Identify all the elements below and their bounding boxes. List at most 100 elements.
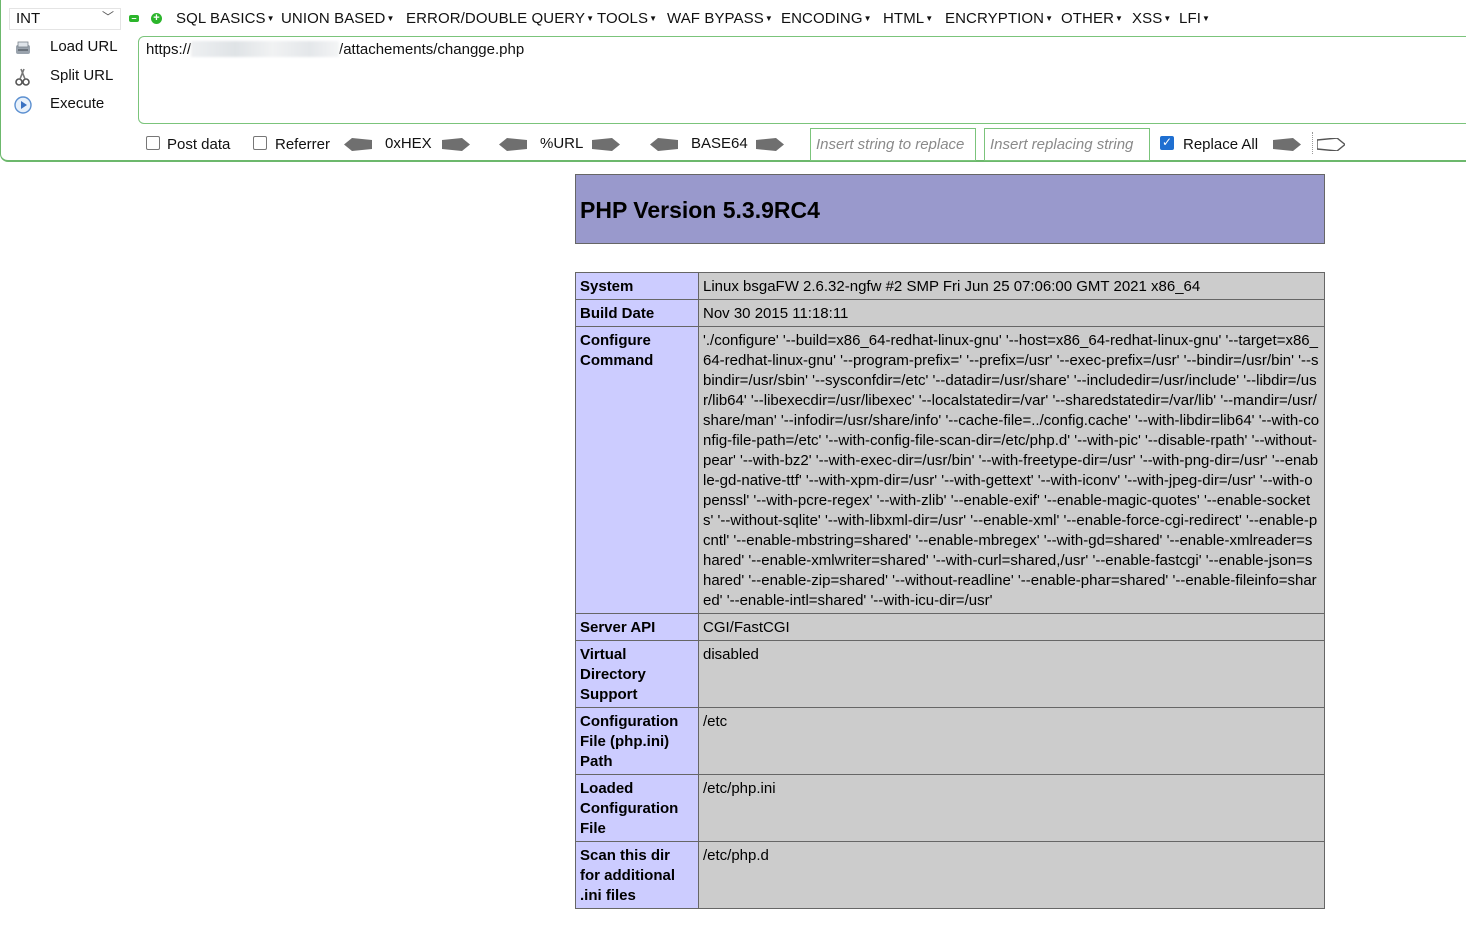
dropdown-arrow-icon: ▼: [266, 14, 275, 23]
replace-string-placeholder: Insert string to replace: [816, 136, 965, 153]
post-data-label: Post data: [167, 136, 231, 153]
row-value: disabled: [698, 640, 1325, 708]
menu-label: ERROR/DOUBLE QUERY: [406, 10, 586, 27]
load-url-label: Load URL: [50, 38, 118, 55]
menu-encoding[interactable]: ENCODING▼: [781, 10, 872, 27]
load-url-button[interactable]: Load URL: [9, 36, 129, 60]
replace-string-input[interactable]: Insert string to replace: [810, 128, 976, 161]
row-value: /etc/php.ini: [698, 774, 1325, 842]
menu-label: TOOLS: [597, 10, 649, 27]
row-value: /etc/php.d: [698, 841, 1325, 909]
menu-html[interactable]: HTML▼: [883, 10, 933, 27]
replace-reverse-arrow-icon[interactable]: [1317, 138, 1345, 151]
menu-label: ENCODING: [781, 10, 863, 27]
replacing-string-input[interactable]: Insert replacing string: [984, 128, 1150, 161]
row-key: System: [575, 272, 699, 300]
dropdown-arrow-icon: ▼: [925, 14, 934, 23]
replace-run-arrow-icon[interactable]: [1273, 138, 1301, 151]
menu-sql-basics[interactable]: SQL BASICS▼: [176, 10, 275, 27]
url-prefix: https://: [146, 41, 192, 58]
menu-error-double-query[interactable]: ERROR/DOUBLE QUERY▼: [406, 10, 594, 27]
menu-label: UNION BASED: [281, 10, 386, 27]
replacing-string-placeholder: Insert replacing string: [990, 136, 1134, 153]
table-row: Build Date Nov 30 2015 11:18:11: [575, 299, 1325, 327]
hex-encode-arrow-icon[interactable]: [442, 138, 470, 151]
row-value: /etc: [698, 707, 1325, 775]
add-field-button[interactable]: +: [151, 13, 162, 24]
row-key: Virtual Directory Support: [575, 640, 699, 708]
dropdown-arrow-icon: ▼: [1201, 14, 1211, 23]
toolbar-divider: [1312, 132, 1314, 154]
phpinfo-header: PHP Version 5.3.9RC4: [575, 174, 1325, 244]
row-value: './configure' '--build=x86_64-redhat-lin…: [698, 326, 1325, 614]
dropdown-arrow-icon: ▼: [863, 14, 872, 23]
url-decode-arrow-icon[interactable]: [499, 138, 527, 151]
url-path: /attachements/changge.php: [339, 41, 525, 58]
menu-label: LFI: [1179, 10, 1201, 27]
hackbar-menu-row: INT ﹀ – + SQL BASICS▼ UNION BASED▼ ERROR…: [1, 6, 1466, 32]
hex-decode-arrow-icon[interactable]: [344, 138, 372, 151]
hackbar-toolbar: INT ﹀ – + SQL BASICS▼ UNION BASED▼ ERROR…: [0, 0, 1466, 162]
menu-other[interactable]: OTHER▼: [1061, 10, 1123, 27]
menu-tools[interactable]: TOOLS▼: [597, 10, 657, 27]
play-icon: [14, 96, 32, 114]
row-value: CGI/FastCGI: [698, 613, 1325, 641]
base64-encode-arrow-icon[interactable]: [756, 138, 784, 151]
row-value: Nov 30 2015 11:18:11: [698, 299, 1325, 327]
url-enc-label: %URL: [540, 135, 584, 152]
remove-field-button[interactable]: –: [129, 14, 139, 23]
redacted-host: [191, 41, 340, 57]
load-url-icon: [16, 41, 30, 54]
table-row: Server API CGI/FastCGI: [575, 613, 1325, 641]
menu-xss[interactable]: XSS▼: [1132, 10, 1171, 27]
table-row: Virtual Directory Support disabled: [575, 640, 1325, 708]
dropdown-arrow-icon: ▼: [1045, 14, 1054, 23]
menu-label: HTML: [883, 10, 925, 27]
menu-encryption[interactable]: ENCRYPTION▼: [945, 10, 1053, 27]
table-row: System Linux bsgaFW 2.6.32-ngfw #2 SMP Fr…: [575, 272, 1325, 300]
dropdown-arrow-icon: ▼: [1115, 14, 1124, 23]
row-key: Server API: [575, 613, 699, 641]
hex-label: 0xHEX: [385, 135, 432, 152]
split-url-label: Split URL: [50, 67, 114, 84]
encoding-select-value: INT: [16, 10, 41, 27]
menu-label: SQL BASICS: [176, 10, 266, 27]
menu-lfi[interactable]: LFI▼: [1179, 10, 1210, 27]
row-key: Scan this dir for additional .ini files: [575, 841, 699, 909]
referrer-checkbox[interactable]: [253, 136, 267, 150]
base64-label: BASE64: [691, 135, 748, 152]
url-encode-arrow-icon[interactable]: [592, 138, 620, 151]
scissors-icon: [15, 68, 30, 86]
phpinfo-table: System Linux bsgaFW 2.6.32-ngfw #2 SMP Fr…: [575, 272, 1325, 909]
replace-all-label: Replace All: [1183, 136, 1259, 153]
row-key: Configuration File (php.ini) Path: [575, 707, 699, 775]
table-row: Configure Command './configure' '--build=…: [575, 326, 1325, 614]
row-key: Build Date: [575, 299, 699, 327]
url-input[interactable]: https:// /attachements/changge.php: [138, 36, 1466, 124]
execute-button[interactable]: Execute: [9, 93, 129, 117]
page-title: PHP Version 5.3.9RC4: [580, 197, 820, 223]
dropdown-arrow-icon: ▼: [764, 14, 773, 23]
chevron-down-icon: ﹀: [101, 10, 114, 24]
row-value: Linux bsgaFW 2.6.32-ngfw #2 SMP Fri Jun …: [698, 272, 1325, 300]
split-url-button[interactable]: Split URL: [9, 65, 129, 89]
options-row: Post data Referrer 0xHEX %URL BASE64 Ins…: [1, 128, 1466, 161]
table-row: Loaded Configuration File/etc/php.ini: [575, 774, 1325, 842]
dropdown-arrow-icon: ▼: [1163, 14, 1172, 23]
dropdown-arrow-icon: ▼: [586, 14, 595, 23]
execute-label: Execute: [50, 95, 105, 112]
encoding-select[interactable]: INT ﹀: [9, 8, 121, 30]
row-key: Configure Command: [575, 326, 699, 614]
table-row: Scan this dir for additional .ini files /…: [575, 841, 1325, 909]
menu-label: WAF BYPASS: [667, 10, 764, 27]
menu-waf-bypass[interactable]: WAF BYPASS▼: [667, 10, 773, 27]
dropdown-arrow-icon: ▼: [386, 14, 395, 23]
menu-label: ENCRYPTION: [945, 10, 1045, 27]
menu-union-based[interactable]: UNION BASED▼: [281, 10, 394, 27]
base64-decode-arrow-icon[interactable]: [650, 138, 678, 151]
menu-label: XSS: [1132, 10, 1163, 27]
row-key: Loaded Configuration File: [575, 774, 699, 842]
referrer-label: Referrer: [275, 136, 331, 153]
post-data-checkbox[interactable]: [146, 136, 160, 150]
replace-all-checkbox[interactable]: [1160, 135, 1174, 150]
